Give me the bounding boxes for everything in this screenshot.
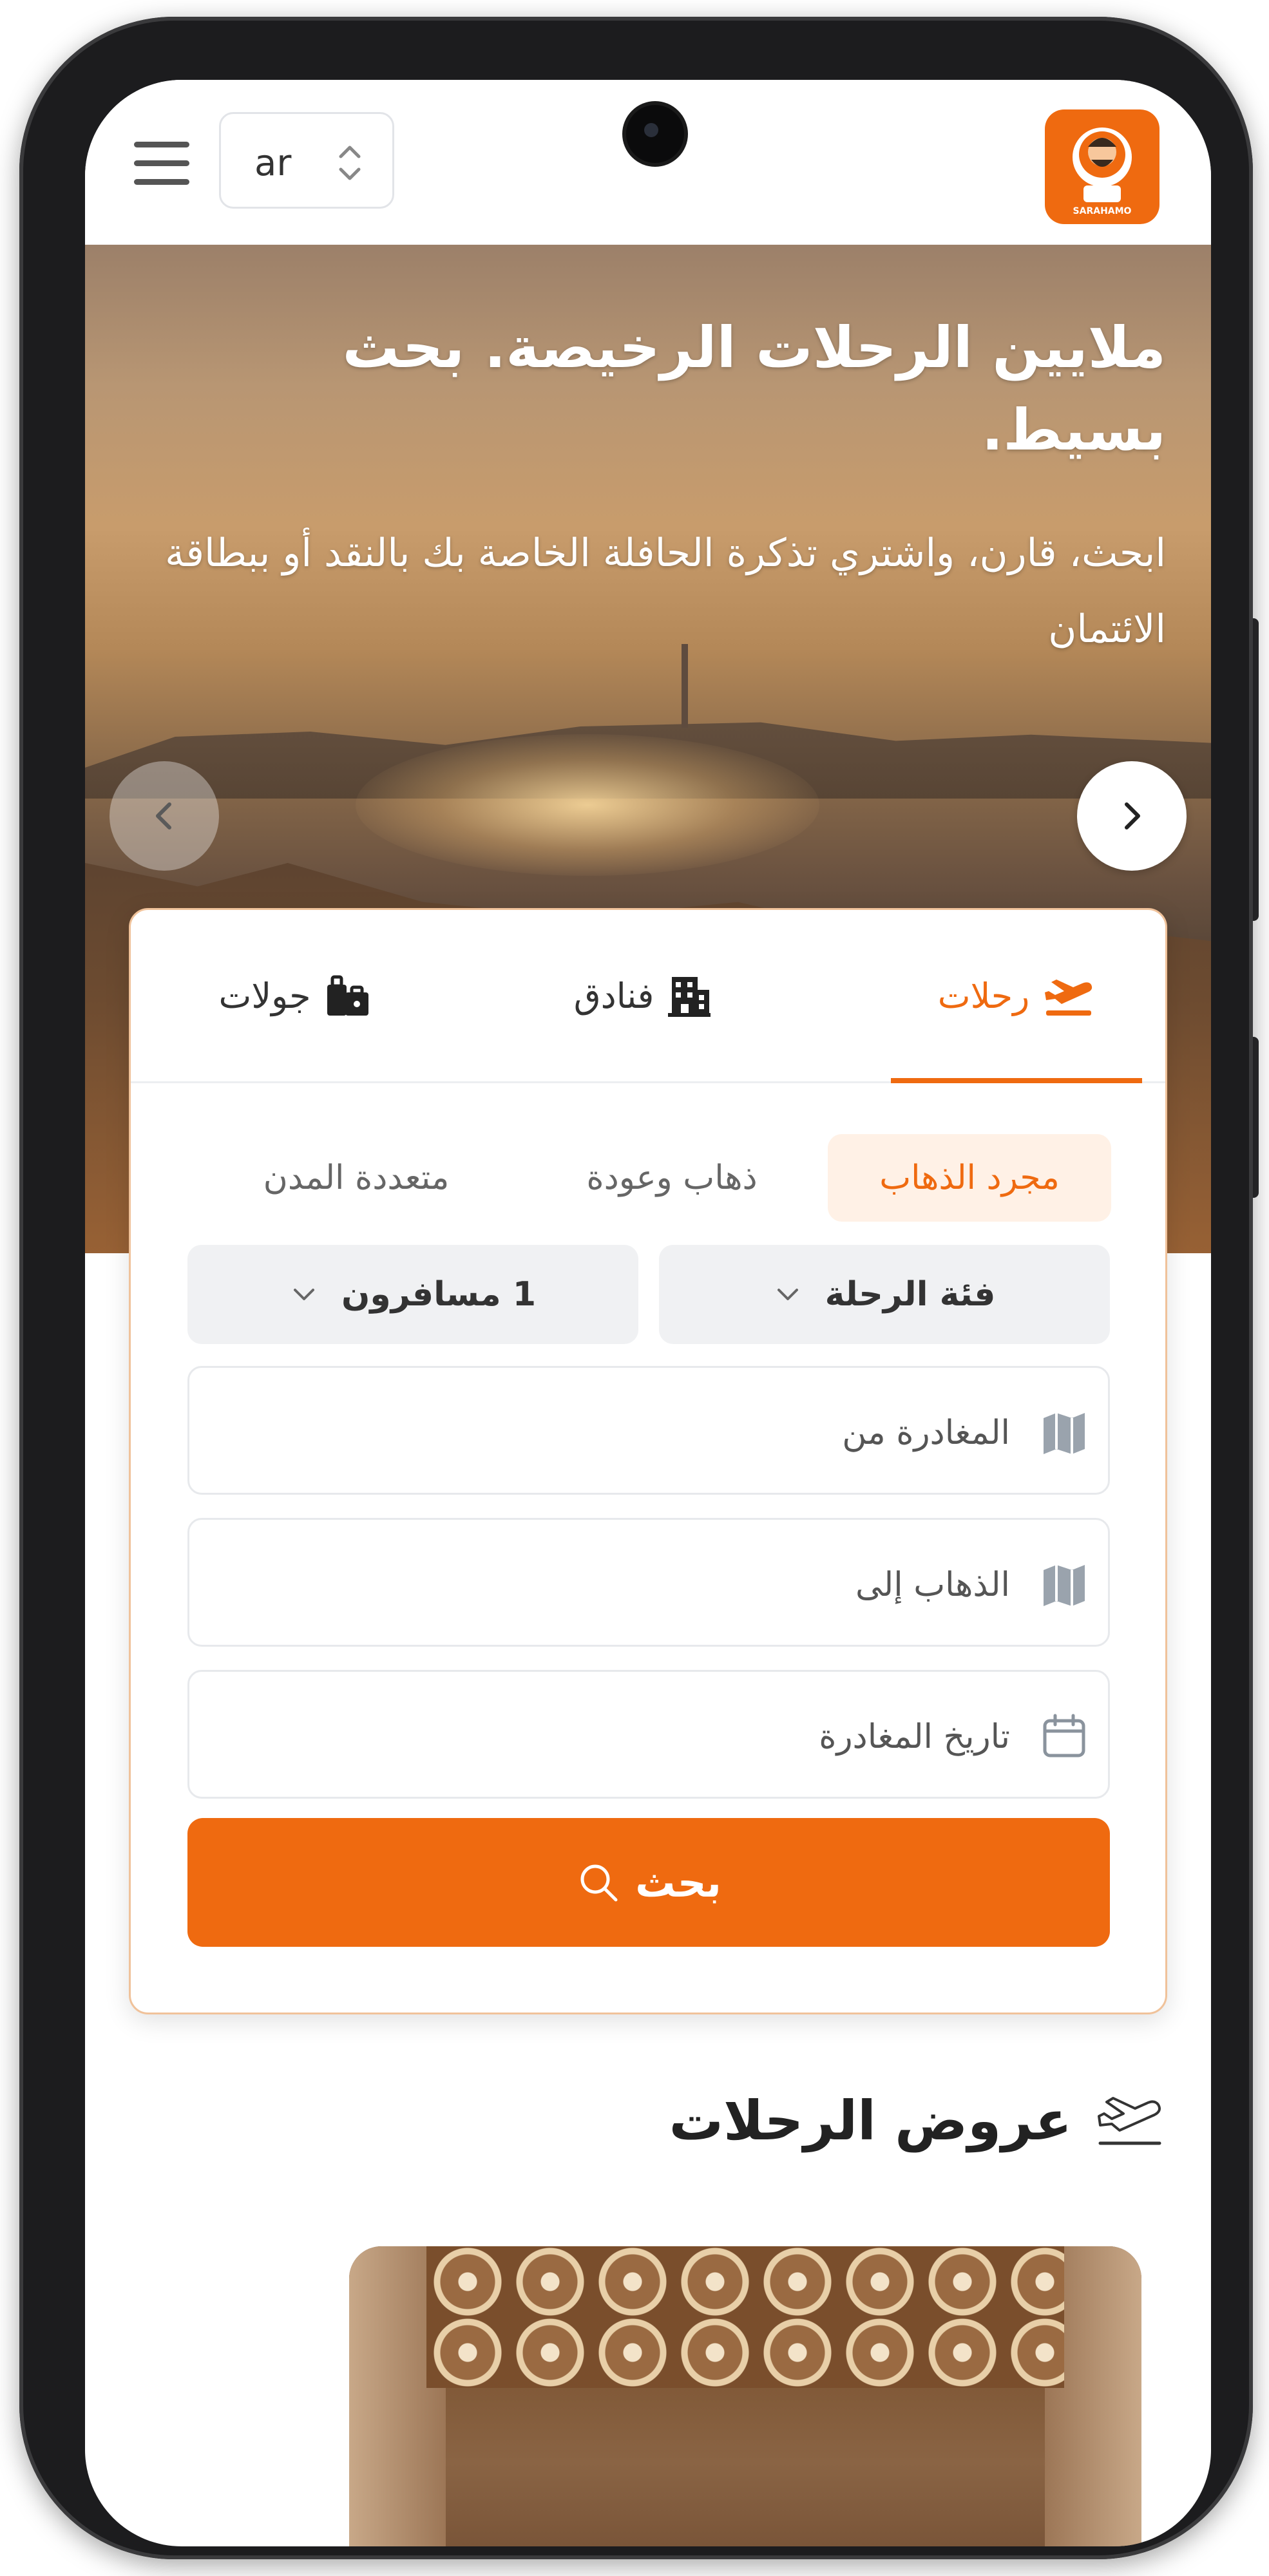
search-tabs: رحلات فنادق جولات xyxy=(131,910,1165,1083)
chevron-down-icon xyxy=(293,1289,314,1300)
search-button-label: بحث xyxy=(635,1859,721,1906)
carousel-next-button[interactable] xyxy=(1077,761,1187,871)
departure-from-field[interactable] xyxy=(187,1366,1110,1495)
passengers-dropdown[interactable]: 1 مسافرون xyxy=(187,1245,638,1344)
logo-brand-text: SARAHAMO xyxy=(1073,206,1132,216)
offer-image-ceiling xyxy=(426,2246,1064,2388)
logo-mascot-icon: SARAHAMO xyxy=(1073,128,1132,216)
chevron-down-icon xyxy=(777,1289,798,1300)
search-button[interactable]: بحث xyxy=(187,1818,1110,1947)
chevron-right-icon xyxy=(1125,802,1140,829)
offer-card[interactable] xyxy=(349,2246,1141,2546)
passengers-label: 1 مسافرون xyxy=(341,1275,537,1314)
chevron-up-down-icon xyxy=(339,146,361,180)
language-value: ar xyxy=(254,142,292,184)
hamburger-menu-icon[interactable] xyxy=(134,142,189,187)
departure-date-field[interactable] xyxy=(187,1670,1110,1799)
language-select[interactable]: ar xyxy=(219,112,394,209)
plane-outline-icon xyxy=(1098,2097,1161,2145)
map-icon xyxy=(1044,1565,1085,1606)
trip-type-round-trip[interactable]: ذهاب وعودة xyxy=(543,1134,801,1222)
hero-sun-reflection xyxy=(356,734,819,876)
tab-hotels-label: فنادق xyxy=(573,975,654,1016)
tab-flights-label: رحلات xyxy=(937,975,1030,1016)
hero-subtitle: ابحث، قارن، واشتري تذكرة الحافلة الخاصة … xyxy=(165,531,1166,652)
plane-departure-icon xyxy=(1045,980,1092,1016)
calendar-icon xyxy=(1043,1714,1085,1757)
carousel-prev-button[interactable] xyxy=(110,761,219,871)
hero-title: ملايين الرحلات الرخيصة. بحث بسيط. xyxy=(342,314,1166,463)
flight-class-label: فئة الرحلة xyxy=(825,1275,996,1314)
brand-logo[interactable]: SARAHAMO xyxy=(1045,109,1159,224)
tab-hotels[interactable]: فنادق xyxy=(517,910,768,1081)
departure-from-input[interactable] xyxy=(249,1400,1011,1466)
destination-to-field[interactable] xyxy=(187,1518,1110,1647)
trip-type-group: مجرد الذهاب ذهاب وعودة متعددة المدن xyxy=(131,1134,1165,1224)
tab-flights[interactable]: رحلات xyxy=(891,910,1142,1083)
map-icon xyxy=(1044,1413,1085,1454)
flight-class-dropdown[interactable]: فئة الرحلة xyxy=(659,1245,1110,1344)
search-card: رحلات فنادق جولات مجرد الذهاب ذهاب وعودة… xyxy=(129,908,1167,2014)
tab-tours[interactable]: جولات xyxy=(169,910,421,1081)
phone-frame: ar SARAHAMO ملايين الرحلات الرخيصة. بحث … xyxy=(19,17,1253,2559)
luggage-icon xyxy=(327,975,369,1016)
chevron-left-icon xyxy=(156,802,171,829)
trip-type-one-way[interactable]: مجرد الذهاب xyxy=(828,1134,1111,1222)
flight-offers-title: عروض الرحلات xyxy=(669,2089,1072,2152)
phone-screen: ar SARAHAMO ملايين الرحلات الرخيصة. بحث … xyxy=(85,80,1211,2546)
destination-to-input[interactable] xyxy=(249,1552,1011,1618)
search-icon xyxy=(580,1864,618,1902)
hotel-building-icon xyxy=(668,977,711,1017)
departure-date-input[interactable] xyxy=(249,1704,1011,1770)
flight-offers-header: عروض الرحلات xyxy=(669,2089,1166,2152)
top-header: ar SARAHAMO xyxy=(85,80,1211,245)
tab-tours-label: جولات xyxy=(218,975,311,1016)
front-camera xyxy=(626,105,684,163)
trip-type-multi-city[interactable]: متعددة المدن xyxy=(208,1134,504,1222)
